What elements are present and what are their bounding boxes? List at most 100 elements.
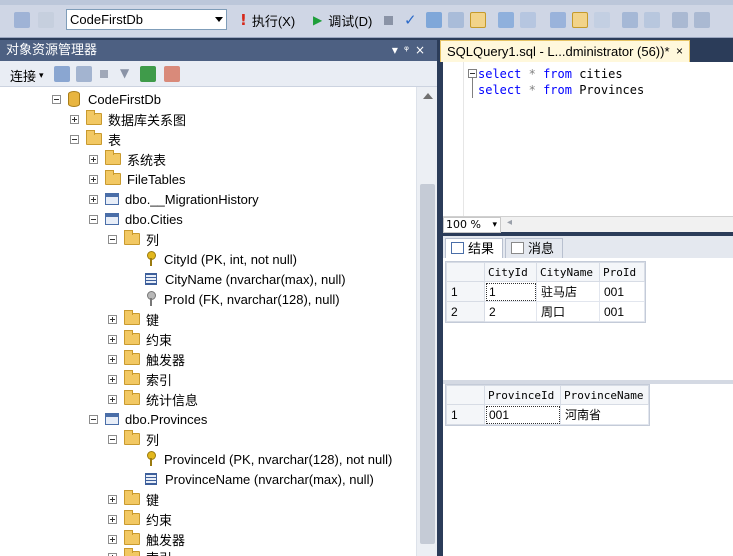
column-header[interactable]: ProId — [599, 262, 645, 282]
table-cell[interactable]: 周口 — [536, 301, 600, 322]
tree-node-provinces-keys[interactable]: 键 — [108, 489, 159, 509]
results-to-grid-button[interactable] — [470, 10, 486, 30]
tree-node-migration-history[interactable]: dbo.__MigrationHistory — [89, 189, 259, 209]
expand-icon[interactable] — [70, 114, 79, 124]
display-plan-button[interactable] — [426, 10, 442, 30]
dropdown-icon[interactable]: ▾ — [392, 43, 404, 57]
code-line-1[interactable]: select * from cities — [478, 66, 623, 82]
pin-icon[interactable]: ᵠ — [404, 43, 415, 57]
column-header[interactable]: CityName — [536, 262, 600, 282]
tree-node-provinces-constraints[interactable]: 约束 — [108, 509, 172, 529]
tree-node-column-provincename[interactable]: ProvinceName (nvarchar(max), null) — [145, 469, 374, 489]
increase-indent-button[interactable] — [694, 10, 710, 30]
tree-node-cities[interactable]: dbo.Cities — [89, 209, 183, 229]
column-header[interactable]: ProvinceId — [484, 385, 561, 405]
close-icon[interactable]: × — [415, 43, 431, 57]
tree-node-column-proid[interactable]: ProId (FK, nvarchar(128), null) — [145, 289, 340, 309]
decrease-indent-button[interactable] — [672, 10, 688, 30]
zoom-select[interactable]: 100 % ▾ — [443, 217, 501, 233]
connect-icon[interactable] — [54, 66, 70, 82]
debug-button[interactable]: ▶ 调试(D) — [313, 10, 372, 30]
collapse-icon[interactable] — [70, 134, 79, 144]
expand-icon[interactable] — [108, 394, 117, 404]
expand-icon[interactable] — [108, 494, 117, 504]
results-grid-button[interactable] — [572, 10, 588, 30]
filter-icon[interactable]: ▼ — [120, 66, 129, 80]
stop-button[interactable] — [384, 10, 393, 30]
collapse-icon[interactable] — [52, 94, 61, 104]
expand-icon[interactable] — [108, 354, 117, 364]
tab-messages[interactable]: 消息 — [505, 238, 564, 258]
expand-icon[interactable] — [89, 194, 98, 204]
tree-node-cities-columns[interactable]: 列 — [108, 229, 159, 249]
collapse-icon[interactable] — [89, 414, 98, 424]
query-editor[interactable]: select * from cities select * from Provi… — [443, 62, 733, 216]
tree-node-column-cityid[interactable]: CityId (PK, int, not null) — [145, 249, 297, 269]
scroll-up-icon[interactable] — [423, 93, 433, 99]
result-grid-1[interactable]: CityId CityName ProId 1 1 驻马店 001 2 2 周口… — [445, 261, 646, 323]
results-text-button[interactable] — [550, 10, 566, 30]
cut-tool-button[interactable] — [14, 10, 30, 30]
connect-button[interactable]: 连接 ▾ — [10, 66, 44, 85]
table-cell[interactable]: 河南省 — [560, 404, 649, 425]
disconnect-icon[interactable] — [76, 66, 92, 82]
code-line-2[interactable]: select * from Provinces — [478, 82, 644, 98]
tree-node-cities-statistics[interactable]: 统计信息 — [108, 389, 198, 409]
tree-node-filetables[interactable]: FileTables — [89, 169, 186, 189]
stop-refresh-icon[interactable] — [164, 66, 180, 82]
database-select[interactable]: CodeFirstDb — [66, 9, 227, 30]
results-file-button[interactable] — [594, 10, 610, 30]
uncomment-button[interactable] — [644, 10, 660, 30]
tree-node-cities-indexes[interactable]: 索引 — [108, 369, 172, 389]
table-cell[interactable]: 001 — [599, 301, 645, 322]
stop-icon[interactable] — [100, 70, 108, 78]
row-number[interactable]: 1 — [446, 404, 485, 425]
execute-button[interactable]: ! 执行(X) — [240, 10, 295, 30]
tree-node-cities-keys[interactable]: 键 — [108, 309, 159, 329]
object-explorer-scrollbar[interactable] — [416, 87, 437, 556]
tree-node-provinces[interactable]: dbo.Provinces — [89, 409, 207, 429]
table-row[interactable]: 1 001 河南省 — [446, 404, 649, 425]
scrollbar-thumb[interactable] — [420, 184, 435, 544]
comment-button[interactable] — [622, 10, 638, 30]
table-cell[interactable]: 驻马店 — [536, 281, 600, 302]
collapse-icon[interactable] — [89, 214, 98, 224]
expand-icon[interactable] — [108, 534, 117, 544]
column-header[interactable]: CityId — [484, 262, 537, 282]
tree-node-column-provinceid[interactable]: ProvinceId (PK, nvarchar(128), not null) — [145, 449, 392, 469]
tree-node-tables[interactable]: 表 — [70, 129, 121, 149]
close-icon[interactable]: × — [676, 41, 683, 62]
expand-icon[interactable] — [89, 154, 98, 164]
collapse-icon[interactable] — [468, 69, 477, 78]
expand-icon[interactable] — [108, 334, 117, 344]
refresh-icon[interactable] — [140, 66, 156, 82]
tree-node-column-cityname[interactable]: CityName (nvarchar(max), null) — [145, 269, 346, 289]
table-row[interactable]: 2 2 周口 001 — [446, 301, 645, 322]
filter-tool-button[interactable] — [38, 10, 54, 30]
expand-icon[interactable] — [108, 374, 117, 384]
query-options-button[interactable] — [448, 10, 464, 30]
table-cell[interactable]: 2 — [484, 301, 537, 322]
scroll-left-icon[interactable]: ◂ — [507, 217, 512, 228]
collapse-icon[interactable] — [108, 434, 117, 444]
expand-icon[interactable] — [89, 174, 98, 184]
table-cell[interactable]: 001 — [484, 404, 561, 425]
tree-node-system-tables[interactable]: 系统表 — [89, 149, 166, 169]
row-number[interactable]: 2 — [446, 301, 485, 322]
result-grid-2[interactable]: ProvinceId ProvinceName 1 001 河南省 — [445, 384, 650, 426]
expand-icon[interactable] — [108, 552, 117, 556]
row-number[interactable]: 1 — [446, 281, 485, 302]
tree-node-cities-constraints[interactable]: 约束 — [108, 329, 172, 349]
tree-node-database[interactable]: CodeFirstDb — [52, 89, 161, 109]
table-row[interactable]: 1 1 驻马店 001 — [446, 281, 645, 302]
tree-node-diagrams[interactable]: 数据库关系图 — [70, 109, 186, 129]
expand-icon[interactable] — [108, 314, 117, 324]
table-cell[interactable]: 001 — [599, 281, 645, 302]
statistics-button[interactable] — [520, 10, 536, 30]
tree-node-provinces-columns[interactable]: 列 — [108, 429, 159, 449]
query-document-tab[interactable]: SQLQuery1.sql - L...dministrator (56))* … — [440, 40, 690, 62]
expand-icon[interactable] — [108, 514, 117, 524]
parse-button[interactable]: ✓ — [404, 10, 417, 30]
tab-results[interactable]: 结果 — [445, 238, 504, 258]
table-cell[interactable]: 1 — [484, 281, 537, 302]
